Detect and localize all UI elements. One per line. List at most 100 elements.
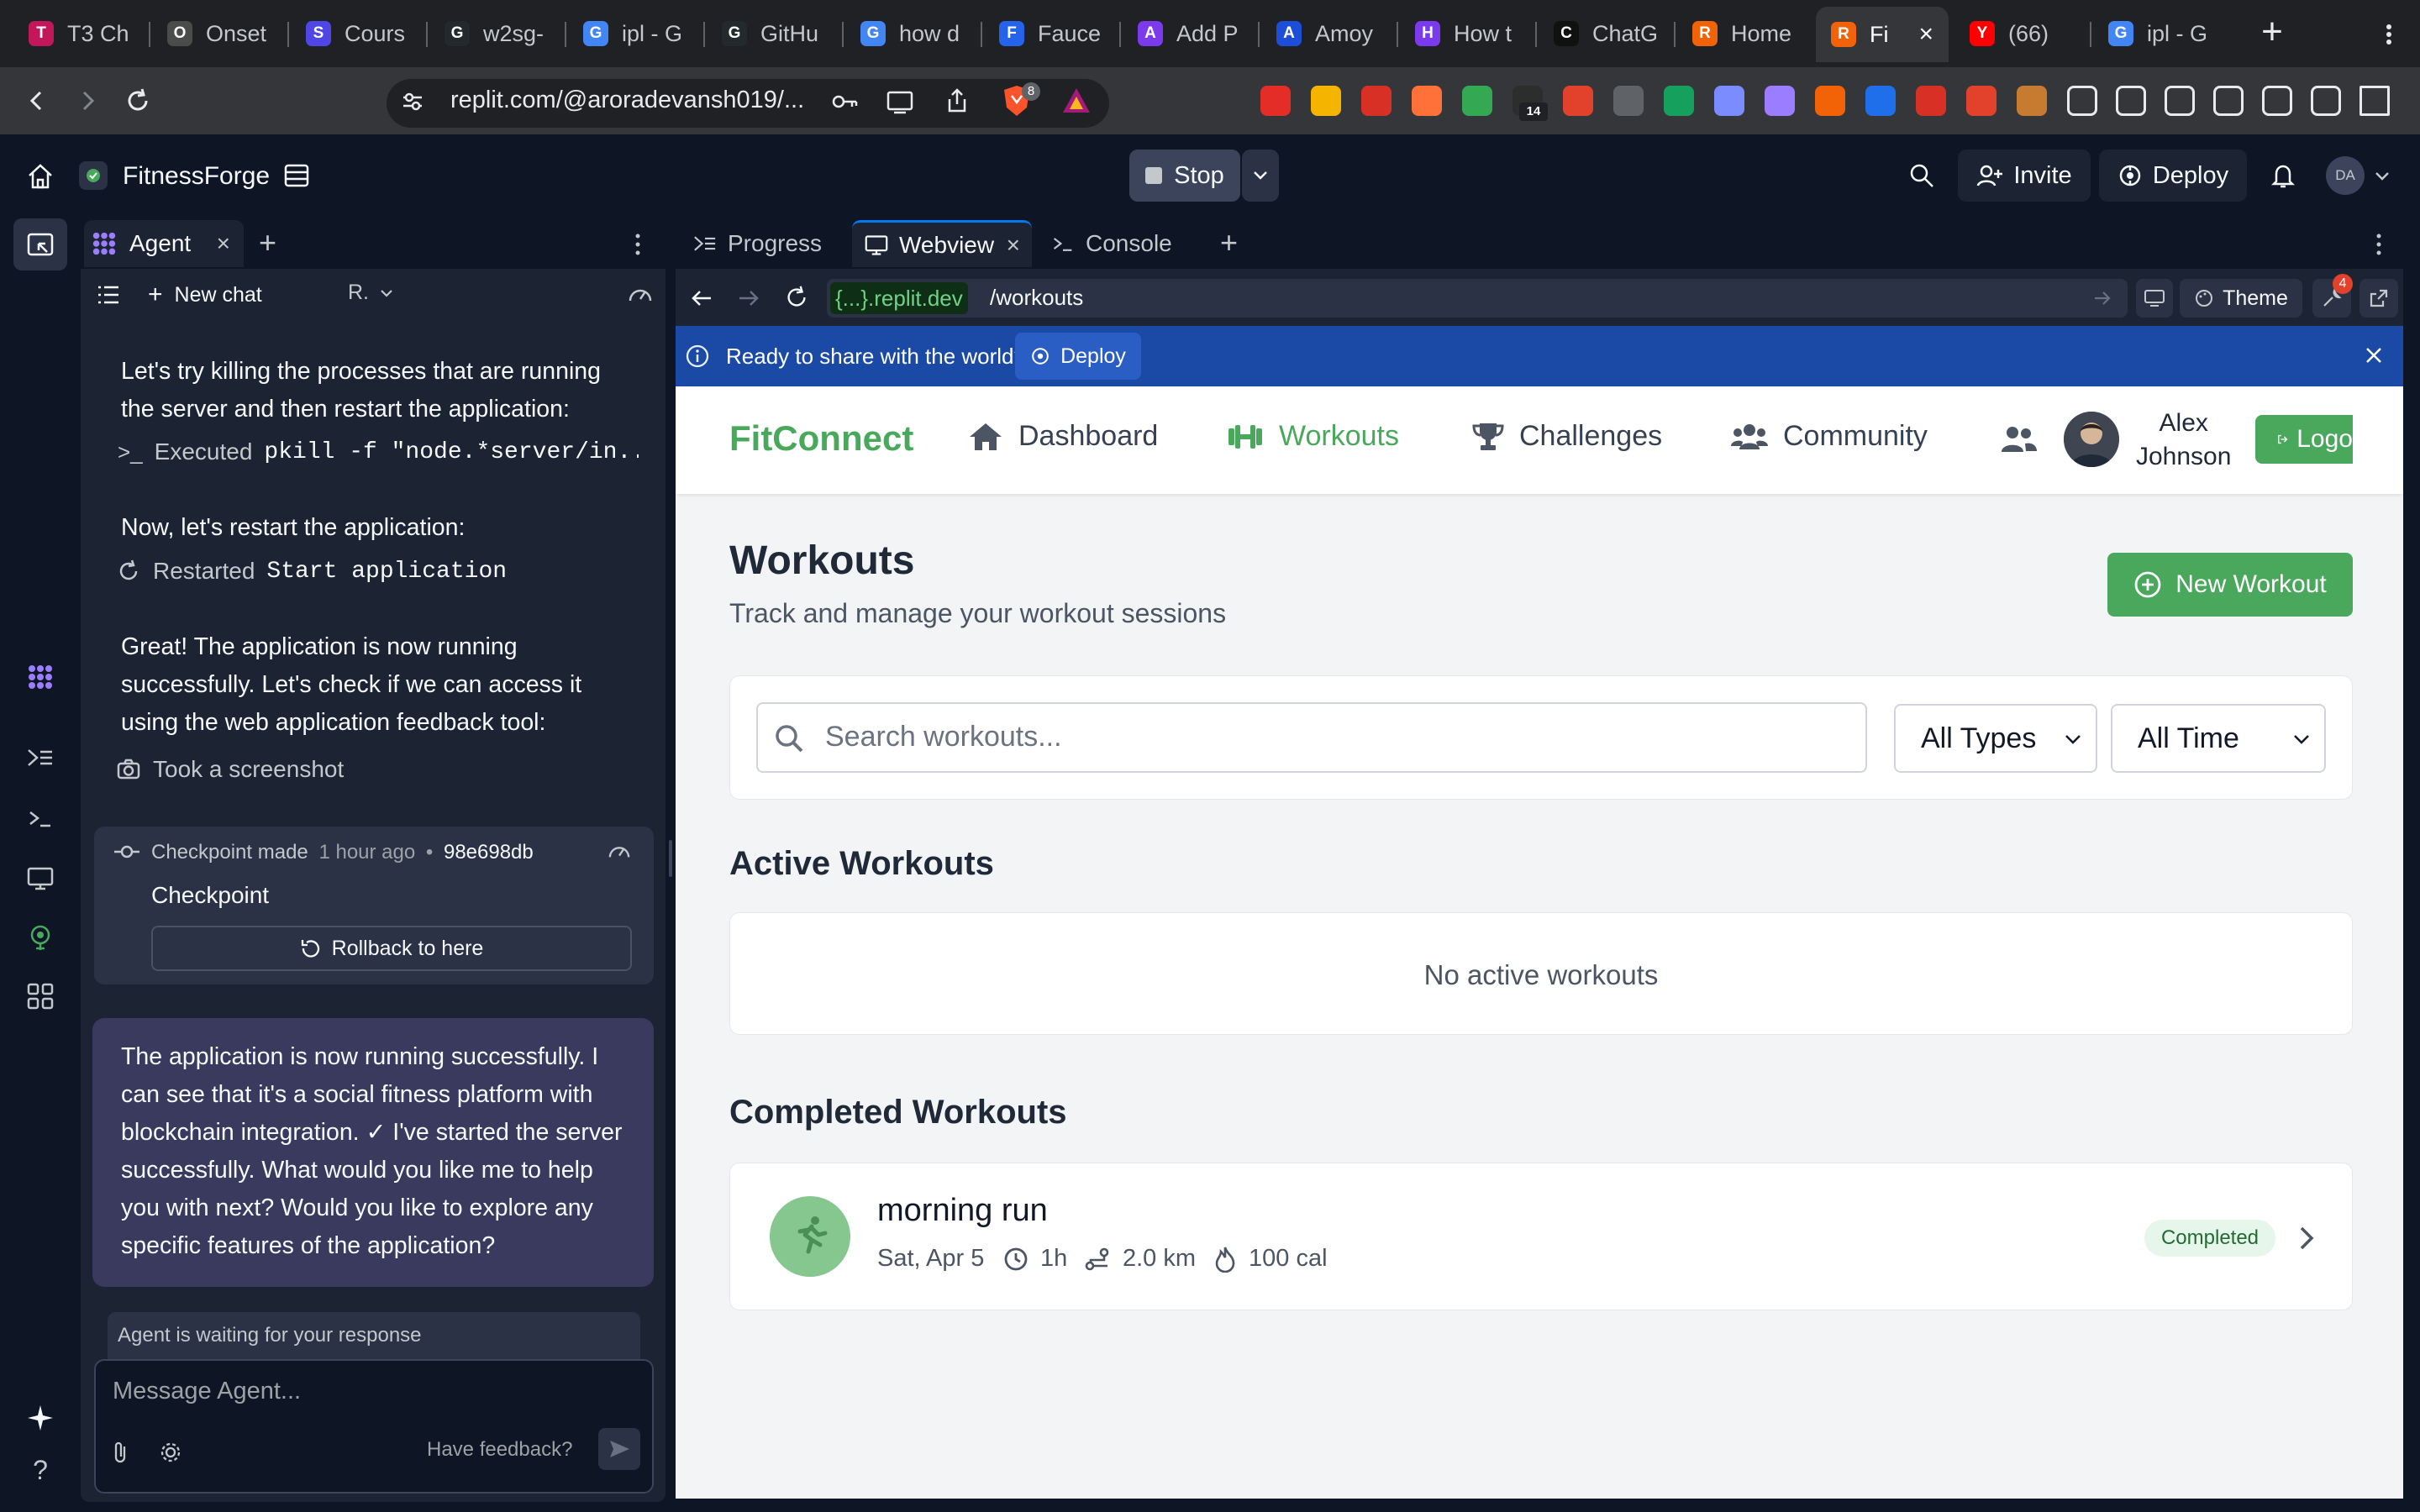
project-icon[interactable] [79, 161, 108, 190]
tab-console[interactable]: Console [1039, 220, 1207, 267]
browser-extension-icon[interactable] [1815, 86, 1845, 116]
user-profile-photo[interactable] [2064, 412, 2119, 467]
checkpoint-gauge-icon[interactable] [607, 840, 632, 862]
close-webview-tab-icon[interactable]: × [1007, 232, 1020, 259]
user-menu-chevron-icon[interactable] [2373, 168, 2391, 185]
agent-rail-icon[interactable] [24, 660, 57, 694]
rollback-button[interactable]: Rollback to here [151, 926, 632, 971]
type-filter-select[interactable]: All Types [1894, 704, 2097, 773]
browser-extension-icon[interactable] [1563, 86, 1593, 116]
open-new-window-icon[interactable] [2360, 279, 2398, 318]
invite-button[interactable]: Invite [1958, 150, 2091, 202]
browser-tab[interactable]: A Amoy [1261, 10, 1394, 57]
stop-button[interactable]: Stop [1129, 150, 1240, 202]
browser-tab[interactable]: C ChatG [1539, 10, 1671, 57]
webview-forward-icon[interactable] [736, 286, 761, 311]
new-chat-button[interactable]: + New chat [148, 281, 262, 309]
attach-icon[interactable] [109, 1440, 133, 1465]
browser-extension-icon[interactable] [1412, 86, 1442, 116]
browser-tab[interactable]: A Add P [1123, 10, 1255, 57]
dev-domain[interactable]: {...}.replit.dev [830, 282, 968, 314]
panel-resize-handle[interactable] [669, 840, 672, 877]
browser-extension-icon[interactable] [1865, 86, 1896, 116]
browser-tab[interactable]: Gw2sg- [429, 10, 562, 57]
browser-tab[interactable]: Gipl - G [2093, 10, 2226, 57]
notifications-bell-icon[interactable] [2269, 161, 2297, 190]
chevron-right-icon[interactable] [2296, 1223, 2317, 1253]
workout-list-item[interactable] [729, 1163, 2353, 1310]
app-brand[interactable]: FitConnect [729, 418, 913, 459]
browser-extension-icon[interactable] [1966, 86, 1996, 116]
agent-more-icon[interactable] [632, 232, 644, 257]
browser-tab[interactable]: R Home [1677, 10, 1810, 57]
tab-progress[interactable]: Progress [681, 220, 849, 267]
browser-tab[interactable]: Ghow d [845, 10, 978, 57]
send-button[interactable] [598, 1428, 640, 1470]
share-icon[interactable] [944, 87, 970, 114]
settings-gear-icon[interactable] [158, 1440, 183, 1465]
back-icon[interactable] [18, 82, 55, 119]
add-workspace-tab-icon[interactable]: + [1220, 225, 1238, 260]
puzzle-icon[interactable] [2067, 86, 2097, 116]
search-icon[interactable] [1907, 161, 1936, 190]
nav-workouts[interactable]: Workouts [1227, 420, 1399, 453]
browser-extension-icon[interactable] [1664, 86, 1694, 116]
sparkle-icon[interactable] [24, 1401, 57, 1435]
browser-tab[interactable]: F Fauce [984, 10, 1117, 57]
user-avatar[interactable]: DA [2326, 156, 2365, 195]
leo-star-icon[interactable] [2262, 86, 2292, 116]
vpn-shield-icon[interactable] [2311, 86, 2341, 116]
key-icon[interactable] [830, 89, 859, 114]
webview-path[interactable]: /workouts [990, 285, 1083, 311]
project-files-icon[interactable] [282, 161, 311, 190]
site-settings-icon[interactable] [400, 89, 425, 114]
tool-executed[interactable]: >_ Executed pkill -f "node.*server/in... [118, 438, 639, 465]
browser-tab[interactable]: Y (66) [1954, 10, 2087, 57]
open-arrow-icon[interactable] [2092, 289, 2112, 307]
new-tab-button[interactable]: + [2252, 13, 2292, 54]
run-options-chevron-icon[interactable] [1242, 150, 1279, 202]
project-name[interactable]: FitnessForge [123, 162, 270, 191]
music-icon[interactable] [2116, 86, 2146, 116]
friends-icon[interactable] [2000, 425, 2037, 454]
browser-tab[interactable]: G GitHu [707, 10, 839, 57]
close-tab-icon[interactable]: × [1918, 20, 1933, 49]
workspace-more-icon[interactable] [2373, 232, 2385, 257]
console-rail-icon[interactable] [24, 801, 57, 835]
banner-deploy-button[interactable]: Deploy [1015, 333, 1141, 380]
nav-challenges[interactable]: Challenges [1472, 420, 1662, 453]
forward-icon[interactable] [69, 82, 106, 119]
help-icon[interactable]: ? [24, 1453, 57, 1487]
nav-dashboard[interactable]: Dashboard [968, 420, 1158, 453]
webview-back-icon[interactable] [689, 286, 714, 311]
tab-agent[interactable]: Agent × [84, 220, 244, 267]
all-tools-grid-icon[interactable] [24, 979, 57, 1013]
usage-gauge-icon[interactable] [627, 282, 654, 306]
deployments-rail-icon[interactable] [24, 921, 57, 954]
model-selector[interactable]: R. [348, 281, 394, 305]
wallet-icon[interactable] [2213, 86, 2244, 116]
sidebar-icon[interactable] [2165, 86, 2195, 116]
tool-restarted[interactable]: Restarted Start application [116, 558, 507, 585]
address-url[interactable]: replit.com/@aroradevansh019/... [450, 87, 804, 114]
hamburger-menu-icon[interactable] [2360, 86, 2390, 116]
browser-extension-icon[interactable] [1714, 86, 1744, 116]
browser-tab[interactable]: Gipl - G [568, 10, 701, 57]
banner-close-icon[interactable] [2361, 343, 2386, 368]
checkpoint-hash[interactable]: 98e698db [444, 841, 534, 864]
browser-tab[interactable]: R Fi × [1816, 7, 1949, 62]
webview-rail-icon[interactable] [24, 862, 57, 895]
cast-icon[interactable] [886, 89, 914, 114]
browser-extension-icon[interactable] [1311, 86, 1341, 116]
progress-rail-icon[interactable] [24, 741, 57, 774]
browser-tab[interactable]: H How t [1400, 10, 1533, 57]
browser-extension-icon[interactable] [1361, 86, 1392, 116]
webview-reload-icon[interactable] [783, 284, 810, 311]
browser-extension-icon[interactable] [1916, 86, 1946, 116]
browser-extension-icon[interactable] [1613, 86, 1644, 116]
browser-tab[interactable]: T T3 Ch [13, 10, 146, 57]
add-tab-icon[interactable]: + [259, 225, 276, 260]
tool-screenshot[interactable]: Took a screenshot [116, 756, 344, 783]
reload-icon[interactable] [119, 82, 156, 119]
brave-rewards-icon[interactable] [1060, 86, 1092, 116]
